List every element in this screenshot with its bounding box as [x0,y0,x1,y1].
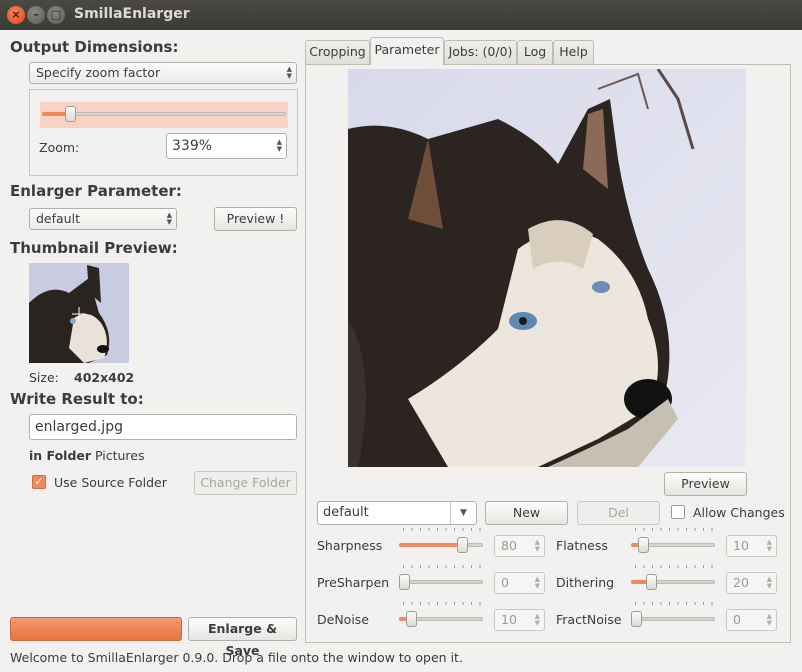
dithering-ticks [635,565,713,568]
spin-arrows-icon[interactable]: ▲ ▼ [767,613,772,627]
thumbnail-image[interactable] [29,263,129,363]
enlarge-save-button[interactable]: Enlarge & Save [188,617,297,658]
chevron-down-icon[interactable]: ▼ [450,502,476,524]
preview-full-button[interactable]: Preview ! [214,207,297,231]
progress-bar [10,617,182,641]
spin-arrows-icon[interactable]: ▲ ▼ [535,613,540,627]
spin-arrows-icon: ▲ ▼ [166,211,172,226]
fractnoise-slider[interactable] [631,617,715,621]
enlarger-preset-select[interactable]: default ▲ ▼ [29,208,177,230]
write-result-heading: Write Result to: [10,390,144,408]
denoise-ticks [403,602,481,605]
presharpen-ticks [403,565,481,568]
dithering-slider-thumb[interactable] [646,574,657,590]
thumbnail-dog-image [29,263,129,363]
presharpen-label: PreSharpen [317,575,390,590]
close-icon[interactable]: × [7,6,25,24]
dithering-label: Dithering [556,575,615,590]
window-title: SmillaEnlarger [74,6,190,22]
preview-button[interactable]: Preview [664,472,747,496]
parameter-preset-value: default [323,505,369,520]
output-dimensions-heading: Output Dimensions: [10,38,179,56]
tab-help[interactable]: Help [553,40,594,64]
minimize-icon[interactable]: – [27,6,45,24]
parameter-preset-combo[interactable]: default ▼ [317,501,477,525]
presharpen-slider-thumb[interactable] [399,574,410,590]
folder-value: Pictures [95,448,145,463]
thumbnail-preview-heading: Thumbnail Preview: [10,239,178,257]
tab-jobs[interactable]: Jobs: (0/0) [444,40,517,64]
tab-log[interactable]: Log [517,40,553,64]
parameter-tab-panel: Preview default ▼ New Del Allow Changes … [305,64,791,643]
fractnoise-label: FractNoise [556,612,622,627]
dithering-value: 20 [733,575,749,590]
flatness-value: 10 [733,538,749,553]
zoom-value: 339% [172,138,213,154]
presharpen-spinbox[interactable]: 0 ▲ ▼ [494,572,545,594]
title-bar: × – □ SmillaEnlarger [0,0,802,30]
delete-preset-button[interactable]: Del [577,501,660,525]
zoom-label: Zoom: [39,140,80,155]
fractnoise-slider-thumb[interactable] [631,611,642,627]
size-label: Size: [29,370,59,385]
enlarger-parameter-heading: Enlarger Parameter: [10,182,182,200]
denoise-label: DeNoise [317,612,369,627]
filename-input[interactable]: enlarged.jpg [29,414,297,440]
flatness-ticks [635,528,713,531]
sharpness-slider-thumb[interactable] [457,537,468,553]
sharpness-value: 80 [501,538,517,553]
allow-changes-checkbox[interactable] [671,505,685,519]
tab-cropping[interactable]: Cropping [305,40,370,64]
maximize-icon[interactable]: □ [47,6,65,24]
enlarger-preset-value: default [36,211,80,226]
flatness-slider-thumb[interactable] [638,537,649,553]
flatness-label: Flatness [556,538,608,553]
change-folder-button[interactable]: Change Folder [194,471,297,495]
spin-arrows-icon[interactable]: ▲ ▼ [535,576,540,590]
dithering-slider[interactable] [631,580,715,584]
spin-arrows-icon[interactable]: ▲ ▼ [767,539,772,553]
sharpness-ticks [403,528,481,531]
fractnoise-spinbox[interactable]: 0 ▲ ▼ [726,609,777,631]
spin-arrows-icon[interactable]: ▲ ▼ [535,539,540,553]
use-source-folder-checkbox[interactable]: ✓ [32,475,46,489]
in-folder-label: in Folder [29,448,92,463]
sharpness-slider[interactable] [399,543,483,547]
fractnoise-value: 0 [733,612,741,627]
zoom-spinbox[interactable]: 339% ▲ ▼ [166,133,287,159]
zoom-group: Zoom: 339% ▲ ▼ [29,89,298,176]
preview-dog-image [348,69,746,467]
presharpen-slider[interactable] [399,580,483,584]
use-source-folder-label: Use Source Folder [54,475,167,490]
dithering-spinbox[interactable]: 20 ▲ ▼ [726,572,777,594]
spin-arrows-icon[interactable]: ▲ ▼ [277,139,282,153]
spin-arrows-icon: ▲ ▼ [286,65,292,80]
new-preset-button[interactable]: New [485,501,568,525]
zoom-slider[interactable] [42,112,286,116]
output-mode-select[interactable]: Specify zoom factor ▲ ▼ [29,62,297,84]
sharpness-slider-fill [399,543,463,547]
sharpness-label: Sharpness [317,538,383,553]
zoom-slider-thumb[interactable] [65,106,76,122]
flatness-spinbox[interactable]: 10 ▲ ▼ [726,535,777,557]
fractnoise-ticks [635,602,713,605]
allow-changes-label: Allow Changes [693,505,785,520]
denoise-value: 10 [501,612,517,627]
output-mode-value: Specify zoom factor [36,65,161,80]
tab-parameter[interactable]: Parameter [370,37,444,65]
preview-image[interactable] [348,69,746,467]
size-value: 402x402 [74,370,135,385]
status-bar: Welcome to SmillaEnlarger 0.9.0. Drop a … [10,650,463,665]
sharpness-spinbox[interactable]: 80 ▲ ▼ [494,535,545,557]
spin-arrows-icon[interactable]: ▲ ▼ [767,576,772,590]
denoise-slider-thumb[interactable] [406,611,417,627]
denoise-spinbox[interactable]: 10 ▲ ▼ [494,609,545,631]
presharpen-value: 0 [501,575,509,590]
